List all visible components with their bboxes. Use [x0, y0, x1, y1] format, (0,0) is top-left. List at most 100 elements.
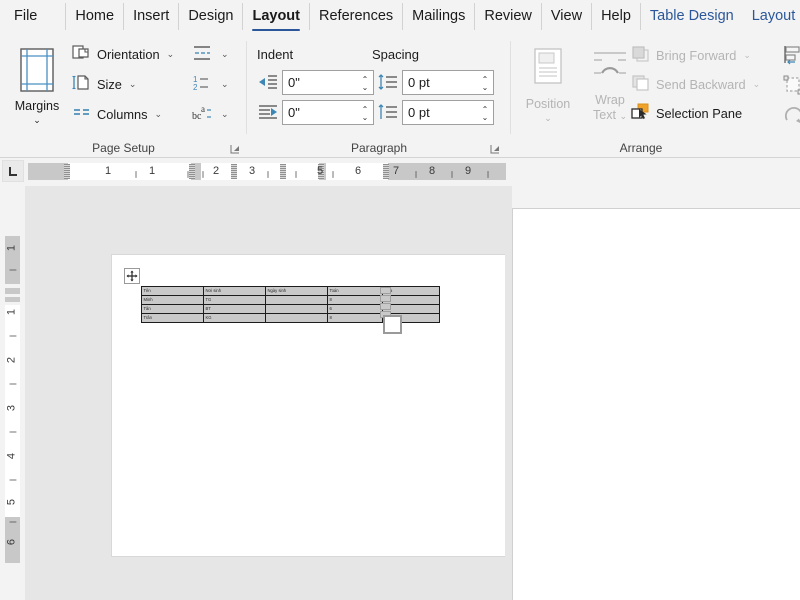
canvas-right-gutter: [505, 186, 512, 600]
table-cell[interactable]: Minh: [142, 296, 204, 305]
size-button[interactable]: Size ⌄: [72, 73, 136, 95]
spacing-after-stepper[interactable]: ⌃⌄: [480, 102, 490, 125]
table-cell-header-birthdate[interactable]: Ngày sinh: [266, 287, 328, 296]
table-cell-header-math[interactable]: Toán: [328, 287, 383, 296]
chevron-down-icon: ⌄: [167, 49, 175, 60]
orientation-button[interactable]: Orientation ⌄: [72, 43, 174, 65]
table-cell[interactable]: TG: [204, 296, 266, 305]
tab-stop-selector[interactable]: [2, 160, 24, 182]
tab-home[interactable]: Home: [65, 3, 123, 31]
table-cell-header-birthplace[interactable]: Nơi sinh: [204, 287, 266, 296]
tab-design[interactable]: Design: [178, 3, 242, 31]
ruler-tick: ꞁ: [451, 169, 454, 178]
vruler-tick: ꞁ: [8, 479, 17, 482]
tab-help[interactable]: Help: [591, 3, 640, 31]
table-resize-handle[interactable]: [383, 315, 402, 334]
margins-icon: [6, 47, 68, 96]
tab-mailings[interactable]: Mailings: [402, 3, 474, 31]
tab-layout[interactable]: Layout: [242, 3, 309, 31]
tab-table-design[interactable]: Table Design: [640, 3, 743, 31]
rotate-objects-button[interactable]: [783, 105, 800, 130]
tab-marker[interactable]: [189, 164, 195, 179]
margins-label: Margins: [15, 99, 59, 113]
tab-insert[interactable]: Insert: [123, 3, 178, 31]
ruler-tick: ꞁ: [332, 169, 335, 178]
breaks-button[interactable]: ⌄: [192, 43, 229, 65]
table-cell[interactable]: 8: [328, 296, 383, 305]
table-cell[interactable]: [266, 314, 328, 323]
table-row-selector[interactable]: [380, 295, 391, 302]
orientation-icon: [72, 44, 92, 65]
ruler-number: 1: [105, 166, 111, 177]
spacing-before-stepper[interactable]: ⌃⌄: [480, 72, 490, 95]
vruler-number: 1: [7, 309, 18, 315]
tab-table-layout[interactable]: Layout: [743, 3, 800, 31]
chevron-down-icon: ⌄: [221, 79, 229, 90]
indent-right-stepper[interactable]: ⌃⌄: [360, 102, 370, 125]
spacing-before-field[interactable]: ⌃⌄: [402, 70, 494, 95]
send-backward-button[interactable]: Send Backward ⌄: [631, 73, 760, 95]
table-cell[interactable]: 6: [328, 305, 383, 314]
align-objects-icon: [783, 45, 800, 65]
line-numbers-button[interactable]: 1 2 ⌄: [192, 73, 229, 95]
table-cell-header-chemistry[interactable]: Hóa: [383, 287, 440, 296]
tab-file[interactable]: File: [0, 3, 51, 31]
tab-review[interactable]: Review: [474, 3, 541, 31]
page-setup-dialog-launcher[interactable]: [229, 142, 241, 154]
ruler-number: 9: [465, 166, 471, 177]
tab-marker[interactable]: [383, 164, 389, 179]
table-cell[interactable]: Trân: [142, 314, 204, 323]
indent-left-stepper[interactable]: ⌃⌄: [360, 72, 370, 95]
indent-label: Indent: [257, 47, 293, 62]
table-cell[interactable]: [266, 296, 328, 305]
ruler-tick: ꞁ: [415, 169, 418, 178]
position-button[interactable]: Position ⌄: [517, 47, 579, 123]
table-row-selector[interactable]: [380, 303, 391, 310]
table-cell[interactable]: KG: [204, 314, 266, 323]
table-move-handle[interactable]: [124, 268, 140, 284]
table-cell[interactable]: 8: [328, 314, 383, 323]
table-cell[interactable]: [266, 305, 328, 314]
table-header-row[interactable]: Tên Nơi sinh Ngày sinh Toán Hóa: [142, 287, 440, 296]
margins-button[interactable]: Margins ⌄: [6, 47, 68, 125]
vertical-ruler[interactable]: 1 ꞁ 1 ꞁ 2 ꞁ 3 ꞁ 4 ꞁ 5 ꞁ 6: [0, 186, 25, 600]
ribbon-group-paragraph: Indent Spacing ⌃⌄: [247, 33, 511, 158]
selection-pane-icon: [631, 103, 651, 124]
chevron-down-icon: ⌄: [221, 109, 229, 120]
table-row[interactable]: Tân BT 6 9: [142, 305, 440, 314]
indent-right-field[interactable]: ⌃⌄: [282, 100, 374, 125]
table-cell[interactable]: 7: [383, 296, 440, 305]
horizontal-ruler[interactable]: 1 ꞁ ꞁ 1 ꞁ 2 3 ꞁ ꞁ 5 ꞁ 6 7 ꞁ 8 ꞁ 9 ꞁ: [0, 158, 800, 186]
left-tab-stop-icon: [8, 166, 19, 177]
tab-marker[interactable]: [64, 164, 70, 179]
columns-button[interactable]: Columns ⌄: [72, 103, 162, 125]
paragraph-dialog-launcher[interactable]: [489, 142, 501, 154]
right-side-panel[interactable]: [512, 208, 800, 600]
table-row-selector[interactable]: [380, 287, 391, 294]
hyphenation-icon: bc a: [192, 104, 214, 125]
bring-forward-button[interactable]: Bring Forward ⌄: [631, 44, 751, 66]
indent-left-field[interactable]: ⌃⌄: [282, 70, 374, 95]
spacing-after-field[interactable]: ⌃⌄: [402, 100, 494, 125]
table-cell[interactable]: 9: [383, 305, 440, 314]
tab-marker[interactable]: [280, 164, 286, 179]
ruler-number: 5: [317, 166, 323, 177]
selection-pane-label: Selection Pane: [656, 106, 742, 121]
tab-references[interactable]: References: [309, 3, 402, 31]
table-row[interactable]: Minh TG 8 7: [142, 296, 440, 305]
vruler-number: 5: [7, 499, 18, 505]
word-application-window: File Home Insert Design Layout Reference…: [0, 0, 800, 600]
table-cell[interactable]: BT: [204, 305, 266, 314]
vruler-number: 6: [7, 539, 18, 545]
document-canvas[interactable]: [25, 186, 512, 600]
group-objects-button[interactable]: [783, 75, 800, 100]
vruler-tick: ꞁ: [8, 269, 17, 272]
ruler-band: 1 ꞁ ꞁ 1 ꞁ 2 3 ꞁ ꞁ 5 ꞁ 6 7 ꞁ 8 ꞁ 9 ꞁ: [28, 163, 506, 180]
tab-marker[interactable]: [231, 164, 237, 179]
hyphenation-button[interactable]: bc a ⌄: [192, 103, 229, 125]
selection-pane-button[interactable]: Selection Pane: [631, 102, 742, 124]
table-cell[interactable]: Tân: [142, 305, 204, 314]
table-cell-header-name[interactable]: Tên: [142, 287, 204, 296]
align-objects-button[interactable]: [783, 45, 800, 70]
tab-view[interactable]: View: [541, 3, 591, 31]
